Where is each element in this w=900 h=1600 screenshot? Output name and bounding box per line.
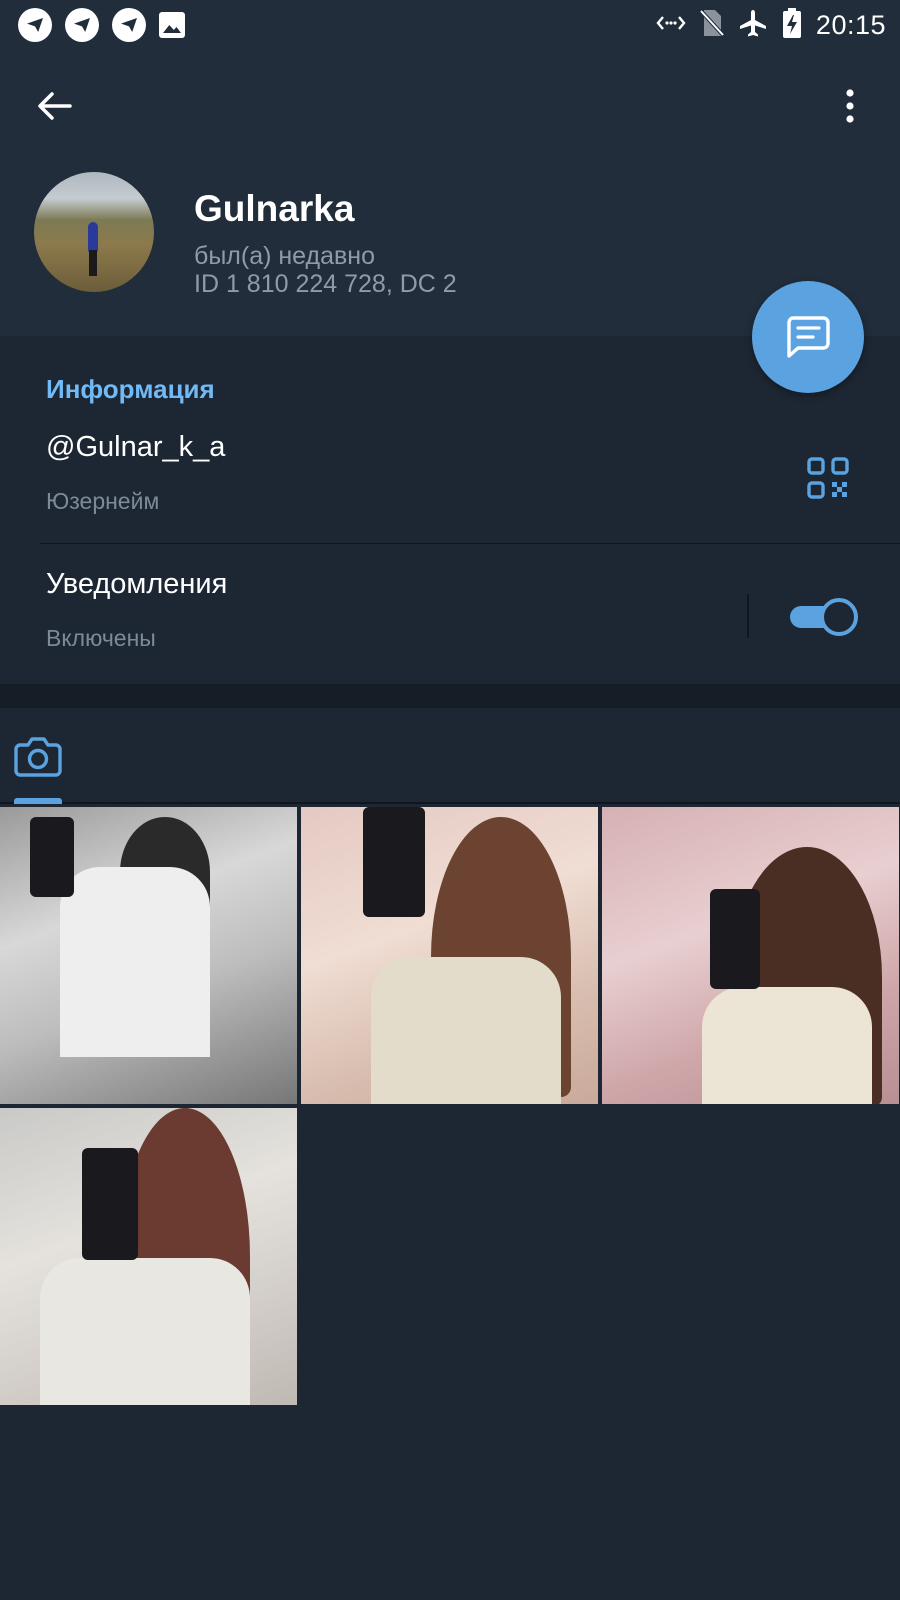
notification-icons bbox=[18, 8, 185, 42]
notifications-toggle[interactable] bbox=[790, 598, 858, 636]
app-notification-icon bbox=[112, 8, 146, 42]
send-message-button[interactable] bbox=[752, 281, 864, 393]
photo-thumbnail[interactable] bbox=[0, 807, 297, 1104]
section-separator bbox=[0, 684, 900, 708]
username-label: Юзернейм bbox=[46, 488, 160, 514]
notifications-state: Включены bbox=[46, 625, 156, 651]
image-icon bbox=[159, 12, 185, 38]
profile-name: Gulnarka bbox=[194, 188, 355, 229]
battery-charging-icon bbox=[782, 7, 802, 44]
qr-code-button[interactable] bbox=[806, 456, 850, 500]
app-notification-icon bbox=[65, 8, 99, 42]
status-bar: 20:15 bbox=[0, 0, 900, 50]
avatar[interactable] bbox=[34, 172, 154, 292]
system-icons: 20:15 bbox=[656, 6, 886, 44]
airplane-icon bbox=[738, 8, 768, 43]
data-transfer-icon bbox=[656, 12, 686, 38]
section-title: Информация bbox=[46, 374, 215, 404]
arrow-left-icon bbox=[38, 92, 72, 120]
message-icon bbox=[787, 316, 830, 358]
more-options-button[interactable] bbox=[830, 80, 870, 132]
notifications-title[interactable]: Уведомления bbox=[46, 568, 227, 601]
qr-code-icon bbox=[807, 457, 849, 499]
tab-indicator bbox=[14, 798, 62, 804]
no-sim-icon bbox=[699, 8, 725, 43]
info-section: Информация @Gulnar_k_a Юзернейм Уведомле… bbox=[0, 336, 900, 684]
photo-thumbnail[interactable] bbox=[0, 1108, 297, 1405]
divider-vertical bbox=[747, 594, 749, 638]
divider bbox=[40, 543, 900, 544]
photo-thumbnail[interactable] bbox=[602, 807, 899, 1104]
back-button[interactable] bbox=[28, 80, 80, 132]
app-notification-icon bbox=[18, 8, 52, 42]
last-seen-status: был(а) недавно bbox=[194, 242, 376, 270]
profile-header: Gulnarka был(а) недавно ID 1 810 224 728… bbox=[0, 50, 900, 336]
user-id: ID 1 810 224 728, DC 2 bbox=[194, 270, 457, 298]
shared-media-tabs bbox=[0, 708, 900, 804]
camera-icon bbox=[14, 737, 62, 777]
tab-photos[interactable] bbox=[14, 734, 62, 778]
photo-thumbnail[interactable] bbox=[301, 807, 598, 1104]
more-vertical-icon bbox=[846, 89, 854, 123]
clock: 20:15 bbox=[815, 9, 886, 40]
username-value[interactable]: @Gulnar_k_a bbox=[46, 431, 225, 464]
